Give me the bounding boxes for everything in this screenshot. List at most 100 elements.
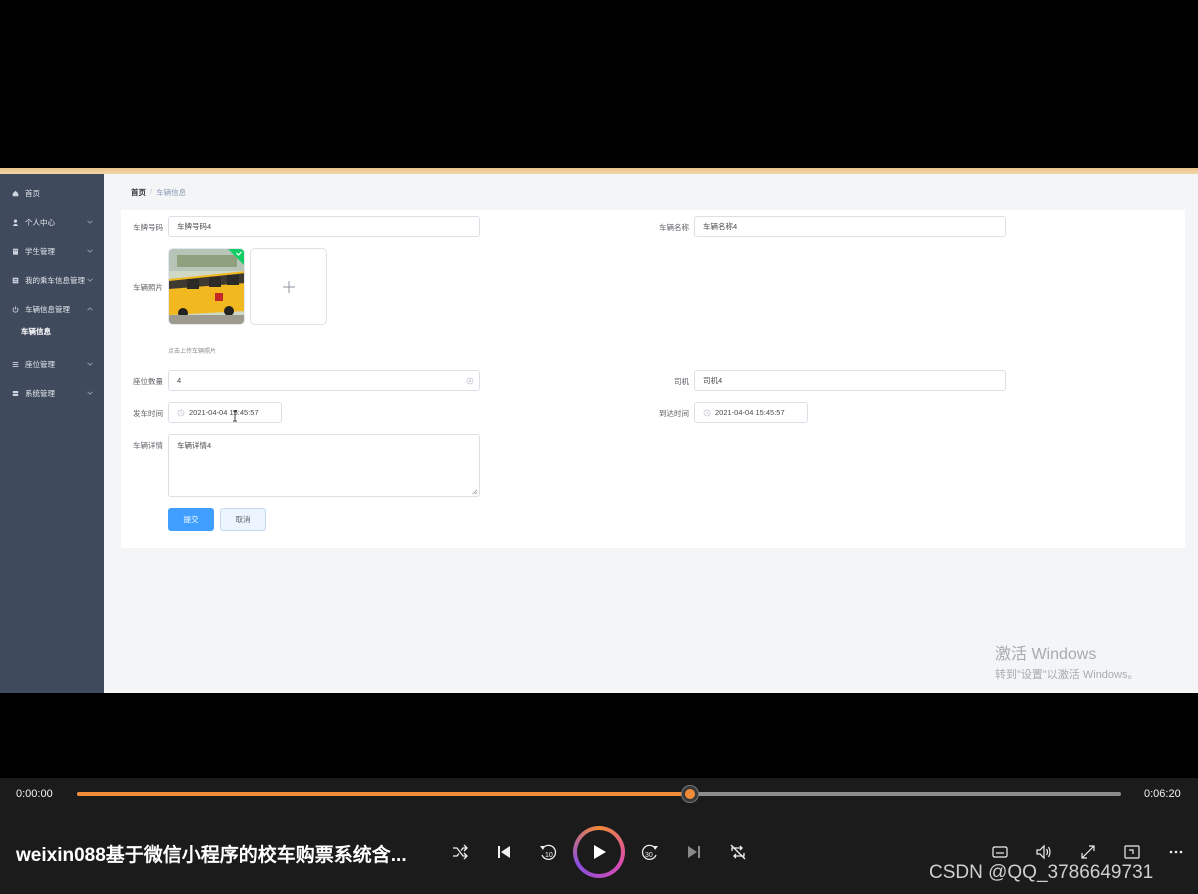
detail-value: 车辆详情4 [177, 441, 212, 450]
clock-icon [177, 409, 185, 416]
submit-button[interactable]: 提交 [168, 508, 214, 531]
sidebar-item-system[interactable]: 系统管理 [0, 382, 104, 404]
sidebar-item-label: 首页 [25, 188, 40, 198]
csdn-watermark: CSDN @QQ_3786649731 [929, 862, 1154, 883]
play-button-inner [577, 830, 621, 874]
seats-field[interactable]: 4 [168, 370, 480, 391]
more-options-button[interactable] [1162, 838, 1190, 866]
play-button[interactable] [573, 826, 625, 878]
upload-photo-button[interactable] [250, 248, 327, 325]
depart-label: 发车时间 [133, 409, 163, 418]
chevron-up-icon [87, 307, 93, 311]
chevron-down-icon [87, 249, 93, 253]
video-frame: 首页 个人中心 学生管理 我的乘车信息管理 车辆信息管理 车辆信息 座位管理 系… [0, 168, 1198, 693]
chevron-down-icon [87, 362, 93, 366]
repeat-button[interactable] [724, 838, 752, 866]
building-icon [13, 248, 18, 255]
sidebar-item-label: 系统管理 [25, 388, 55, 398]
vehicle-photo-thumbnail[interactable] [168, 248, 245, 325]
sidebar-item-label: 我的乘车信息管理 [25, 275, 85, 285]
sidebar-subitem-label: 车辆信息 [21, 326, 51, 336]
sidebar-item-home[interactable]: 首页 [0, 182, 104, 204]
plate-label: 车牌号码 [133, 223, 163, 232]
driver-value: 司机4 [703, 376, 723, 385]
vehicle-name-value: 车辆名称4 [703, 222, 738, 231]
seek-bar-progress [77, 792, 690, 796]
user-icon [12, 218, 19, 226]
cancel-button[interactable]: 取消 [220, 508, 266, 531]
clock-icon [703, 409, 711, 416]
video-title: weixin088基于微信小程序的校车购票系统含... [16, 845, 407, 866]
sidebar-item-my-rides[interactable]: 我的乘车信息管理 [0, 269, 104, 291]
shuffle-icon [453, 844, 468, 860]
depart-time-value: 2021-04-04 15:45:57 [189, 408, 259, 417]
plus-icon [282, 280, 295, 293]
power-icon [12, 306, 19, 313]
breadcrumb-current: 车辆信息 [156, 188, 187, 197]
chevron-down-icon [87, 391, 93, 395]
seek-bar[interactable] [77, 786, 1121, 802]
svg-text:30: 30 [645, 852, 653, 859]
sidebar-item-seats[interactable]: 座位管理 [0, 353, 104, 375]
vehicle-name-field[interactable]: 车辆名称4 [694, 216, 1006, 237]
arrive-label: 到达时间 [659, 409, 689, 418]
uploaded-check-icon [228, 249, 244, 265]
play-icon [594, 845, 606, 859]
sidebar-item-students[interactable]: 学生管理 [0, 240, 104, 262]
current-time: 0:00:00 [16, 788, 53, 800]
rewind-10-button[interactable]: 10 [534, 838, 562, 866]
sidebar-item-label: 个人中心 [25, 217, 55, 227]
clear-circle-icon[interactable] [466, 377, 474, 385]
resize-grip-icon[interactable] [471, 488, 478, 495]
windows-activation-watermark: 激活 Windows 转到"设置"以激活 Windows。 [995, 640, 1139, 682]
detail-label: 车辆详情 [133, 441, 163, 450]
svg-text:10: 10 [545, 852, 553, 859]
fullscreen-icon [1081, 845, 1095, 859]
depart-time-picker[interactable]: 2021-04-04 15:45:57 [168, 402, 282, 423]
rewind-10-icon: 10 [540, 844, 557, 860]
arrive-time-picker[interactable]: 2021-04-04 15:45:57 [694, 402, 808, 423]
breadcrumb-separator: / [150, 187, 153, 196]
plate-value: 车牌号码4 [177, 222, 212, 231]
skip-previous-icon [498, 846, 510, 858]
mini-player-icon [1124, 845, 1140, 859]
shuffle-button[interactable] [446, 838, 474, 866]
detail-textarea[interactable]: 车辆详情4 [168, 434, 480, 497]
forward-30-button[interactable]: 30 [636, 838, 664, 866]
duration: 0:06:20 [1144, 788, 1181, 800]
seats-label: 座位数量 [133, 377, 163, 386]
menu-icon [12, 361, 19, 367]
sidebar-item-label: 车辆信息管理 [25, 304, 70, 314]
sidebar-item-profile[interactable]: 个人中心 [0, 211, 104, 233]
sidebar-item-vehicle-mgmt[interactable]: 车辆信息管理 [0, 298, 104, 320]
photo-label: 车辆照片 [133, 283, 163, 292]
forward-30-icon: 30 [641, 844, 658, 860]
sidebar: 首页 个人中心 学生管理 我的乘车信息管理 车辆信息管理 车辆信息 座位管理 系… [0, 174, 104, 693]
list-icon [12, 277, 19, 283]
more-icon [1169, 850, 1183, 854]
seats-value: 4 [177, 376, 182, 385]
breadcrumb: 首页 / 车辆信息 [131, 187, 186, 198]
driver-field[interactable]: 司机4 [694, 370, 1006, 391]
skip-next-icon [688, 846, 700, 858]
next-button[interactable] [680, 838, 708, 866]
upload-tip: 点击上传车辆照片 [168, 349, 217, 355]
volume-icon [1036, 844, 1051, 860]
text-cursor-icon [233, 410, 237, 422]
chevron-down-icon [87, 220, 93, 224]
driver-label: 司机 [674, 377, 689, 386]
breadcrumb-home[interactable]: 首页 [131, 187, 146, 198]
captions-icon [992, 846, 1008, 858]
watermark-line1: 激活 Windows [995, 646, 1097, 663]
sidebar-item-label: 学生管理 [25, 246, 55, 256]
sidebar-item-label: 座位管理 [25, 359, 55, 369]
previous-button[interactable] [490, 838, 518, 866]
db-icon [12, 390, 19, 396]
seek-handle[interactable] [681, 786, 698, 802]
chevron-down-icon [87, 278, 93, 282]
arrive-time-value: 2021-04-04 15:45:57 [715, 408, 785, 417]
sidebar-subitem-vehicle-info[interactable]: 车辆信息 [0, 322, 104, 340]
repeat-off-icon [730, 844, 746, 860]
plate-field[interactable]: 车牌号码4 [168, 216, 480, 237]
video-player-controls: 0:00:00 0:06:20 weixin088基于微信小程序的校车购票系统含… [0, 778, 1198, 894]
